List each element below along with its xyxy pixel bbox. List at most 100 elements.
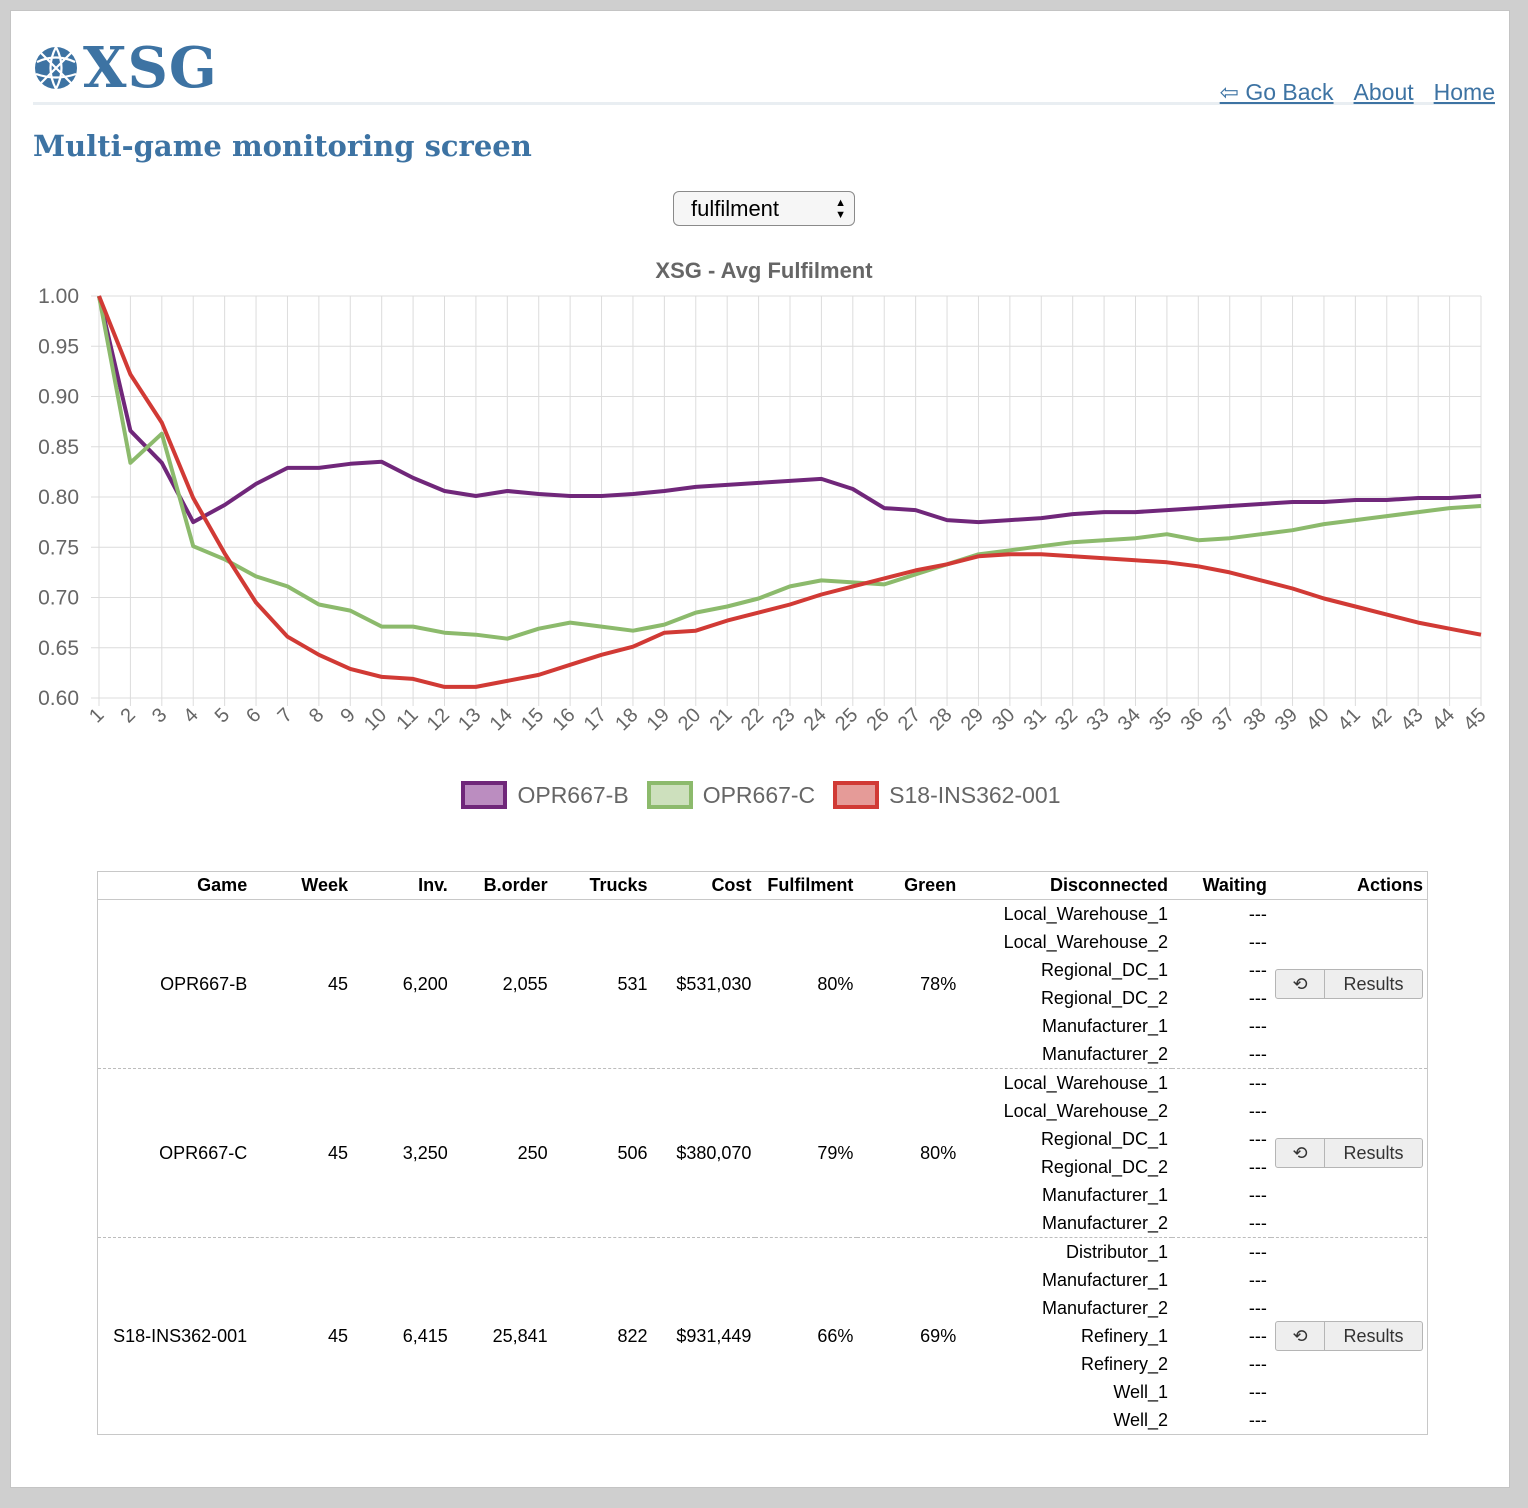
- x-tick-label: 37: [1208, 704, 1239, 735]
- disconnected-item: Regional_DC_1: [1040, 960, 1169, 980]
- col-header-game[interactable]: Game: [97, 871, 252, 900]
- disconnected-item: Distributor_1: [1065, 1242, 1169, 1262]
- col-header-fulfilment[interactable]: Fulfilment: [755, 871, 858, 900]
- y-tick-label: 0.95: [38, 335, 79, 358]
- cell-disconnected: Local_Warehouse_1 Local_Warehouse_2 Regi…: [960, 1068, 1173, 1238]
- waiting-item: ---: [1248, 1101, 1267, 1121]
- home-link[interactable]: Home: [1434, 79, 1495, 106]
- x-tick-label: 10: [360, 704, 391, 735]
- legend-item[interactable]: OPR667-B: [461, 781, 629, 809]
- header: XSG ⇦ Go Back About Home: [33, 39, 1495, 105]
- x-tick-label: 32: [1051, 704, 1082, 735]
- about-link[interactable]: About: [1354, 79, 1414, 106]
- cell-border: 250: [451, 1068, 552, 1238]
- legend-label: S18-INS362-001: [889, 781, 1061, 808]
- x-tick-label: 43: [1396, 704, 1427, 735]
- y-tick-label: 0.90: [38, 386, 79, 409]
- disconnected-item: Local_Warehouse_1: [1003, 1073, 1169, 1093]
- reset-button[interactable]: ⟲: [1275, 1321, 1325, 1351]
- x-tick-label: 31: [1020, 704, 1051, 735]
- x-tick-label: 23: [768, 704, 799, 735]
- col-header-trucks[interactable]: Trucks: [551, 871, 652, 900]
- x-tick-label: 39: [1271, 704, 1302, 735]
- x-tick-label: 22: [737, 704, 768, 735]
- disconnected-item: Regional_DC_2: [1040, 1157, 1169, 1177]
- col-header-green[interactable]: Green: [857, 871, 961, 900]
- x-tick-label: 24: [800, 704, 831, 735]
- disconnected-item: Manufacturer_2: [1041, 1298, 1169, 1318]
- games-table: Game Week Inv. B.order Trucks Cost Fulfi…: [97, 871, 1428, 1435]
- metric-select-value: fulfilment: [691, 195, 780, 221]
- x-tick-label: 16: [548, 704, 579, 735]
- reset-button[interactable]: ⟲: [1275, 1138, 1325, 1168]
- results-button[interactable]: Results: [1325, 1138, 1423, 1168]
- results-button[interactable]: Results: [1325, 969, 1423, 999]
- y-tick-label: 0.70: [38, 587, 79, 610]
- cell-green: 80%: [857, 1068, 961, 1238]
- col-header-inv[interactable]: Inv.: [352, 871, 452, 900]
- table-row: OPR667-C 45 3,250 250 506 $380,070 79% 8…: [97, 1068, 1428, 1238]
- col-header-actions: Actions: [1270, 871, 1428, 900]
- logo-text: XSG: [83, 35, 218, 101]
- col-header-border[interactable]: B.order: [451, 871, 552, 900]
- disconnected-item: Refinery_2: [1080, 1354, 1169, 1374]
- col-header-waiting[interactable]: Waiting: [1172, 871, 1271, 900]
- waiting-item: ---: [1248, 1129, 1267, 1149]
- x-tick-label: 8: [305, 704, 328, 727]
- x-tick-label: 15: [517, 704, 548, 735]
- col-header-disconnected[interactable]: Disconnected: [960, 871, 1173, 900]
- waiting-item: ---: [1248, 1270, 1267, 1290]
- reset-button[interactable]: ⟲: [1275, 969, 1325, 999]
- waiting-item: ---: [1248, 1354, 1267, 1374]
- x-tick-label: 28: [925, 704, 956, 735]
- disconnected-item: Local_Warehouse_2: [1003, 932, 1169, 952]
- logo[interactable]: XSG: [33, 39, 218, 97]
- cell-game: S18-INS362-001: [97, 1237, 252, 1435]
- table-row: S18-INS362-001 45 6,415 25,841 822 $931,…: [97, 1237, 1428, 1435]
- disconnected-item: Refinery_1: [1080, 1326, 1169, 1346]
- waiting-item: ---: [1248, 1016, 1267, 1036]
- col-header-week[interactable]: Week: [251, 871, 352, 900]
- table-row: OPR667-B 45 6,200 2,055 531 $531,030 80%…: [98, 900, 1428, 1069]
- x-tick-label: 4: [179, 704, 202, 727]
- col-header-cost[interactable]: Cost: [651, 871, 756, 900]
- y-tick-label: 0.80: [38, 486, 79, 509]
- disconnected-item: Manufacturer_2: [1041, 1213, 1169, 1233]
- cell-green: 69%: [857, 1237, 961, 1435]
- legend-item[interactable]: S18-INS362-001: [833, 781, 1061, 809]
- cell-trucks: 531: [617, 973, 648, 994]
- cell-week: 45: [327, 973, 348, 994]
- cell-cost: $380,070: [651, 1068, 756, 1238]
- metric-select[interactable]: fulfilment ▲ ▼: [673, 191, 855, 226]
- legend-item[interactable]: OPR667-C: [646, 781, 815, 809]
- x-tick-label: 11: [392, 704, 422, 734]
- disconnected-item: Manufacturer_2: [1041, 1044, 1169, 1064]
- x-tick-label: 44: [1428, 704, 1459, 735]
- x-tick-label: 42: [1365, 704, 1396, 735]
- reset-icon: ⟲: [1292, 1142, 1308, 1163]
- disconnected-item: Manufacturer_1: [1041, 1270, 1169, 1290]
- x-tick-label: 27: [894, 704, 925, 735]
- legend-swatch: [646, 781, 693, 809]
- cell-game: OPR667-C: [97, 1068, 252, 1238]
- x-tick-label: 41: [1334, 704, 1365, 735]
- page-title: Multi-game monitoring screen: [33, 129, 532, 163]
- x-tick-label: 30: [988, 704, 1019, 735]
- disconnected-item: Well_2: [1113, 1410, 1169, 1430]
- y-tick-label: 1.00: [38, 285, 79, 308]
- cell-game: OPR667-B: [160, 973, 248, 994]
- x-tick-label: 2: [117, 704, 140, 727]
- x-tick-label: 7: [274, 704, 297, 727]
- waiting-item: ---: [1248, 1382, 1267, 1402]
- legend-swatch: [461, 781, 508, 809]
- x-tick-label: 36: [1177, 704, 1208, 735]
- cell-border: 25,841: [451, 1237, 552, 1435]
- cell-inv: 3,250: [352, 1068, 452, 1238]
- table-header-row: Game Week Inv. B.order Trucks Cost Fulfi…: [97, 871, 1428, 900]
- disconnected-item: Well_1: [1113, 1382, 1169, 1402]
- waiting-item: ---: [1248, 1044, 1267, 1064]
- go-back-link[interactable]: ⇦ Go Back: [1220, 79, 1334, 106]
- cell-trucks: 506: [551, 1068, 652, 1238]
- results-button[interactable]: Results: [1325, 1321, 1423, 1351]
- globe-logo-icon: [35, 46, 77, 90]
